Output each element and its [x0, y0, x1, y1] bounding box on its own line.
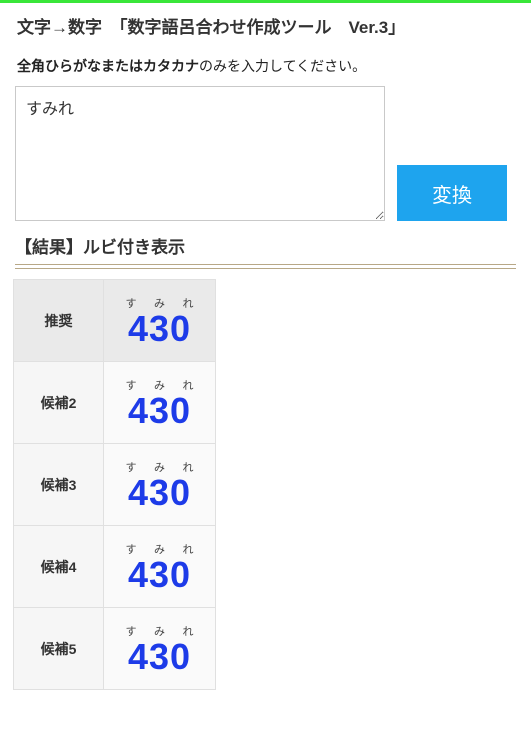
- result-number: 430: [108, 555, 211, 595]
- table-row: 候補3すみれ430: [14, 444, 216, 526]
- results-heading: 【結果】ルビ付き表示: [15, 233, 516, 258]
- table-row: 候補4すみれ430: [14, 526, 216, 608]
- result-label: 推奨: [14, 280, 104, 362]
- result-value-cell: すみれ430: [104, 280, 216, 362]
- result-value-cell: すみれ430: [104, 362, 216, 444]
- result-label: 候補3: [14, 444, 104, 526]
- result-number: 430: [108, 473, 211, 513]
- table-row: 候補2すみれ430: [14, 362, 216, 444]
- instruction-emphasis: 全角ひらがなまたはカタカナ: [17, 58, 199, 74]
- instruction-rest: のみを入力してください。: [199, 58, 366, 74]
- convert-button[interactable]: 変換: [397, 165, 507, 221]
- result-number: 430: [108, 637, 211, 677]
- result-label: 候補2: [14, 362, 104, 444]
- result-value-cell: すみれ430: [104, 608, 216, 690]
- result-value-cell: すみれ430: [104, 526, 216, 608]
- result-label: 候補4: [14, 526, 104, 608]
- page-title: 文字→数字 「数字語呂合わせ作成ツール Ver.3」: [17, 13, 516, 38]
- result-number: 430: [108, 309, 211, 349]
- kana-input[interactable]: [15, 86, 385, 221]
- table-row: 候補5すみれ430: [14, 608, 216, 690]
- input-instruction: 全角ひらがなまたはカタカナのみを入力してください。: [17, 56, 516, 76]
- results-table: 推奨すみれ430候補2すみれ430候補3すみれ430候補4すみれ430候補5すみ…: [13, 279, 216, 690]
- section-divider: [15, 264, 516, 269]
- table-row: 推奨すみれ430: [14, 280, 216, 362]
- result-value-cell: すみれ430: [104, 444, 216, 526]
- result-label: 候補5: [14, 608, 104, 690]
- result-number: 430: [108, 391, 211, 431]
